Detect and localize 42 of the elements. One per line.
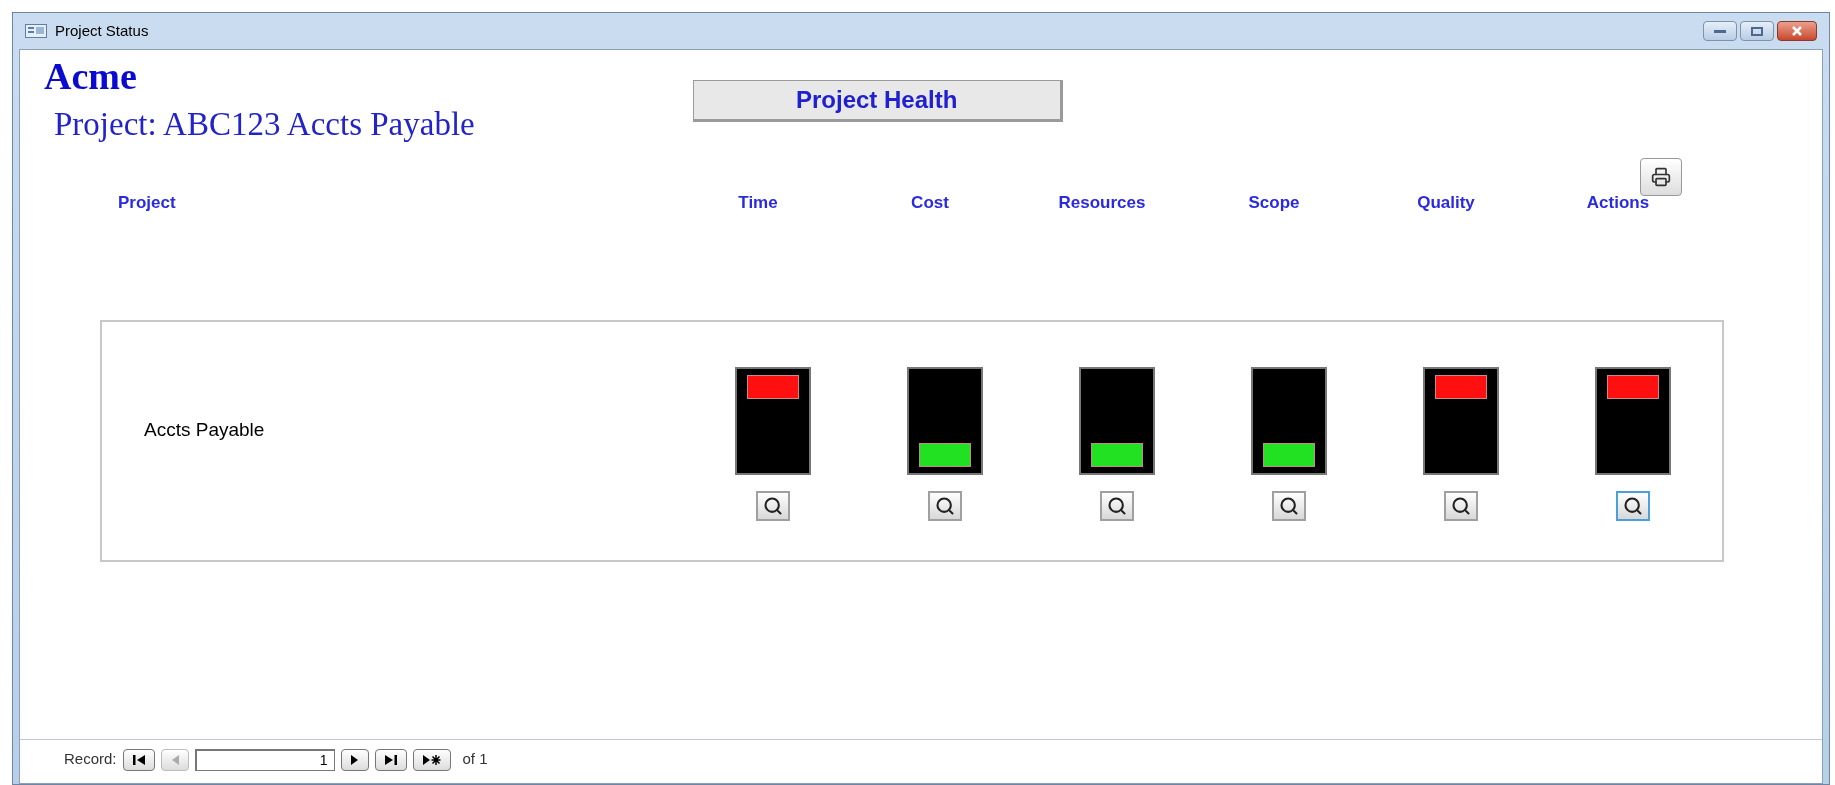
next-record-button[interactable]	[340, 748, 369, 771]
minimize-button[interactable]	[1703, 21, 1737, 41]
close-icon	[1791, 26, 1803, 36]
zoom-button[interactable]	[1272, 490, 1306, 521]
new-record-button[interactable]	[412, 748, 451, 771]
column-header: Quality	[1417, 192, 1475, 214]
column-header: Resources	[1058, 192, 1146, 214]
last-record-button[interactable]	[374, 748, 407, 771]
magnifier-icon	[1623, 495, 1643, 516]
first-icon	[131, 753, 146, 766]
form-icon	[25, 24, 47, 38]
zoom-button[interactable]	[1616, 490, 1650, 521]
project-health-button[interactable]: Project Health	[692, 80, 1063, 122]
zoom-button[interactable]	[1100, 490, 1134, 521]
printer-icon	[1651, 167, 1671, 187]
column-header: Time	[738, 192, 778, 214]
maximize-button[interactable]	[1740, 21, 1774, 41]
column-header: Actions	[1586, 192, 1650, 214]
record-number-field[interactable]: 1	[194, 748, 335, 771]
record-label: Record:	[64, 749, 117, 770]
next-icon	[349, 753, 360, 766]
record-count: of 1	[462, 749, 488, 770]
column-header: Scope	[1248, 192, 1300, 214]
project-name: Accts Payable	[144, 419, 265, 441]
magnifier-icon	[935, 495, 955, 516]
magnifier-icon	[1451, 495, 1471, 516]
project-title: Project: ABC123 Accts Payable	[53, 105, 475, 144]
window-title: Project Status	[55, 20, 149, 41]
first-record-button[interactable]	[122, 748, 155, 771]
print-button[interactable]	[1640, 158, 1682, 196]
zoom-button[interactable]	[928, 490, 962, 521]
magnifier-icon	[1279, 495, 1299, 516]
magnifier-icon	[1107, 495, 1127, 516]
last-icon	[383, 753, 398, 766]
company-name: Acme	[44, 54, 138, 98]
zoom-button[interactable]	[756, 490, 790, 521]
magnifier-icon	[763, 495, 783, 516]
column-header: Cost	[911, 192, 949, 214]
new-record-icon	[421, 753, 442, 766]
zoom-button[interactable]	[1444, 490, 1478, 521]
close-button[interactable]	[1777, 21, 1817, 41]
column-header: Project	[118, 193, 176, 212]
